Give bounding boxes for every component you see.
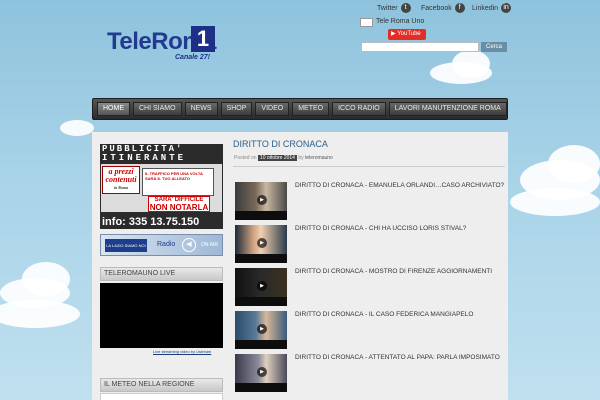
post-date: 10 ottobre 2014 — [257, 155, 297, 161]
radio-label: Radio — [157, 241, 176, 248]
radio-brand: LA LAZIO SIAMO NOI — [105, 239, 147, 252]
live-widget-title: TELEROMAUNO LIVE — [100, 267, 223, 281]
video-title[interactable]: DIRITTO DI CRONACA - EMANUELA ORLANDI…CA… — [295, 182, 504, 189]
nav-item-lavori-manutenzione[interactable]: LAVORI MANUTENZIONE ROMA — [388, 102, 507, 116]
twitter-link[interactable]: Twitter t — [377, 3, 411, 13]
ad-badge: a prezzi contenuti in Roma — [102, 166, 140, 194]
site-logo[interactable]: TeleRoma 1 Canale 27! — [107, 26, 216, 61]
video-thumbnail[interactable]: ▶ — [235, 354, 287, 392]
facebook-icon: f — [454, 3, 465, 13]
main-nav: HOME CHI SIAMO NEWS SHOP VIDEO METEO ICC… — [92, 98, 508, 120]
logo-number: 1 — [191, 26, 215, 52]
radio-status: ON AIR — [201, 242, 218, 248]
video-title[interactable]: DIRITTO DI CRONACA - MOSTRO DI FIRENZE A… — [295, 268, 492, 275]
video-list: ▶ DIRITTO DI CRONACA - EMANUELA ORLANDI…… — [233, 180, 505, 395]
nav-item-home[interactable]: HOME — [97, 102, 130, 116]
play-icon: ▶ — [257, 324, 267, 334]
play-icon: ▶ — [257, 281, 267, 291]
nav-item-news[interactable]: NEWS — [184, 102, 218, 116]
speaker-icon: ◀ — [182, 238, 196, 252]
nav-item-icco-radio[interactable]: ICCO RADIO — [332, 102, 386, 116]
play-icon: ▶ — [257, 367, 267, 377]
post-author[interactable]: teleromauno — [305, 155, 333, 161]
search-button[interactable]: Cerca — [481, 42, 507, 52]
video-title[interactable]: DIRITTO DI CRONACA - IL CASO FEDERICA MA… — [295, 311, 473, 318]
list-item: ▶ DIRITTO DI CRONACA - ATTENTATO AL PAPA… — [233, 352, 505, 395]
video-title[interactable]: DIRITTO DI CRONACA - ATTENTATO AL PAPA: … — [295, 354, 500, 361]
video-thumbnail[interactable]: ▶ — [235, 268, 287, 306]
post-title[interactable]: DIRITTO DI CRONACA — [233, 139, 328, 149]
ad-phone: info: 335 13.75.150 — [102, 216, 200, 228]
facebook-link[interactable]: Facebook f — [421, 3, 465, 13]
list-item: ▶ DIRITTO DI CRONACA - IL CASO FEDERICA … — [233, 309, 505, 352]
nav-item-shop[interactable]: SHOP — [220, 102, 253, 116]
video-title[interactable]: DIRITTO DI CRONACA - CHI HA UCCISO LORIS… — [295, 225, 466, 232]
logo-tagline: Canale 27! — [175, 54, 211, 61]
divider — [233, 166, 505, 167]
video-thumbnail[interactable]: ▶ — [235, 182, 287, 220]
video-thumbnail[interactable]: ▶ — [235, 311, 287, 349]
advertising-banner[interactable]: PUBBLICITA' ITINERANTE a prezzi contenut… — [100, 144, 223, 229]
ad-truck-text: IL TRAFFICO PER UNA VOLTA SARÀ IL TUO AL… — [142, 168, 214, 196]
twitter-icon: t — [400, 3, 411, 13]
ad-title: PUBBLICITA' ITINERANTE — [102, 144, 187, 163]
ad-sign: SARA' DIFFICILE NON NOTARLA — [148, 196, 210, 212]
page-name[interactable]: Tele Roma Uno — [376, 18, 424, 25]
list-item: ▶ DIRITTO DI CRONACA - MOSTRO DI FIRENZE… — [233, 266, 505, 309]
search-input[interactable] — [361, 42, 479, 52]
linkedin-icon: in — [501, 3, 512, 13]
play-icon: ▶ — [257, 195, 267, 205]
nav-item-video[interactable]: VIDEO — [255, 102, 290, 116]
weather-widget-body — [100, 393, 223, 400]
play-icon: ▶ — [257, 238, 267, 248]
video-thumbnail[interactable]: ▶ — [235, 225, 287, 263]
nav-item-chi-siamo[interactable]: CHI SIAMO — [133, 102, 182, 116]
list-item: ▶ DIRITTO DI CRONACA - EMANUELA ORLANDI…… — [233, 180, 505, 223]
live-streaming-link[interactable]: Live streaming video by Ustream — [153, 349, 211, 354]
youtube-button[interactable]: ▶ YouTube — [388, 29, 426, 40]
weather-widget-title: IL METEO NELLA REGIONE — [100, 378, 223, 392]
page-thumbnail — [360, 18, 373, 27]
list-item: ▶ DIRITTO DI CRONACA - CHI HA UCCISO LOR… — [233, 223, 505, 266]
nav-item-meteo[interactable]: METEO — [292, 102, 330, 116]
live-video-player[interactable] — [100, 283, 223, 348]
radio-banner[interactable]: LA LAZIO SIAMO NOI Radio ◀ ON AIR — [100, 234, 223, 256]
post-meta: Posted on 10 ottobre 2014 by teleromauno — [234, 155, 333, 161]
linkedin-link[interactable]: Linkedin in — [472, 3, 512, 13]
